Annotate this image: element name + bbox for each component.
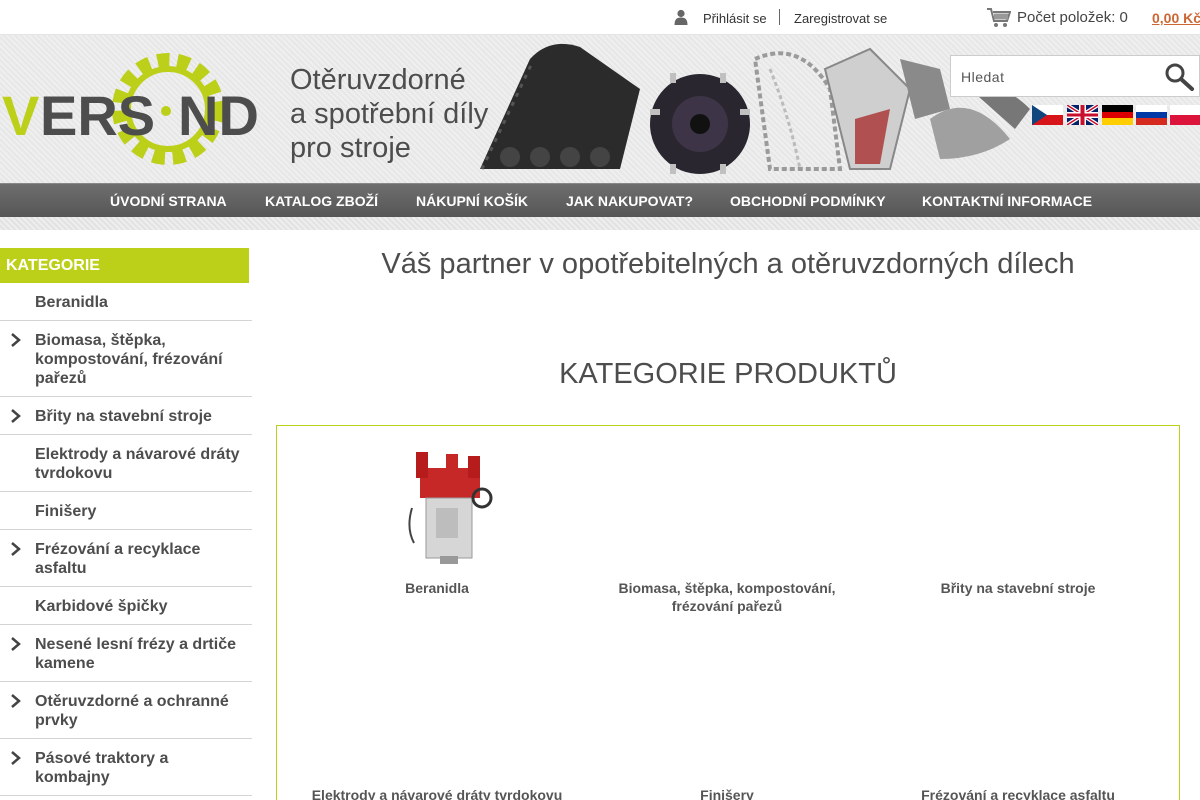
- nav-home[interactable]: ÚVODNÍ STRANA: [110, 193, 227, 209]
- chevron-right-icon: [11, 409, 21, 423]
- product-card-beranidla[interactable]: Beranidla: [307, 426, 567, 596]
- product-name[interactable]: Frézování a recyklace asfaltu: [888, 786, 1148, 800]
- sidebar-item-label: Biomasa, štěpka, kompostování, frézování…: [35, 332, 223, 387]
- slogan-line-2: a spotřební díly: [290, 98, 489, 130]
- product-card-brity[interactable]: Břity na stavební stroje: [888, 579, 1148, 597]
- chevron-right-icon: [11, 333, 21, 347]
- sidebar-item-label: Frézování a recyklace asfaltu: [35, 541, 201, 577]
- sidebar-category-item[interactable]: Nesené lesní frézy a drtiče kamene: [0, 625, 252, 682]
- chevron-right-icon: [11, 694, 21, 708]
- cart-total-link[interactable]: 0,00 Kč: [1152, 10, 1200, 26]
- topbar-divider: [779, 9, 780, 25]
- search-box: [950, 55, 1200, 97]
- main-nav: ÚVODNÍ STRANA KATALOG ZBOŽÍ NÁKUPNÍ KOŠÍ…: [0, 183, 1200, 217]
- cart-count: Počet položek: 0: [1017, 9, 1128, 26]
- sidebar-category-item[interactable]: Biomasa, štěpka, kompostování, frézování…: [0, 321, 252, 397]
- product-name[interactable]: Elektrody a návarové dráty tvrdokovu: [292, 786, 582, 800]
- polish-flag-icon[interactable]: [1170, 105, 1200, 125]
- product-card-finisery[interactable]: Finišery: [597, 786, 857, 800]
- sidebar-category-item[interactable]: Karbidové špičky: [0, 587, 252, 625]
- sidebar-category-item[interactable]: Pásové traktory a kombajny: [0, 739, 252, 796]
- register-link[interactable]: Zaregistrovat se: [794, 11, 887, 26]
- nav-how-to-buy[interactable]: JAK NAKUPOVAT?: [566, 193, 693, 209]
- sidebar-item-label: Otěruvzdorné a ochranné prvky: [35, 693, 229, 729]
- header-slogan: Otěruvzdorné a spotřební díly pro stroje: [290, 63, 488, 165]
- login-link[interactable]: Přihlásit se: [703, 11, 767, 26]
- product-name[interactable]: Biomasa, štěpka, kompostování, frézování…: [597, 579, 857, 615]
- sidebar-item-label: Elektrody a návarové dráty tvrdokovu: [35, 446, 240, 482]
- sidebar-category-item[interactable]: Břity na stavební stroje: [0, 397, 252, 435]
- sidebar-item-label: Beranidla: [35, 294, 108, 311]
- cart-icon[interactable]: [987, 8, 1011, 28]
- chevron-right-icon: [11, 542, 21, 556]
- sidebar-item-label: Karbidové špičky: [35, 598, 168, 615]
- svg-text:ERS: ERS: [40, 84, 155, 147]
- sidebar-item-label: Břity na stavební stroje: [35, 408, 212, 425]
- product-card-elektrody[interactable]: Elektrody a návarové dráty tvrdokovu: [292, 786, 582, 800]
- uk-flag-icon[interactable]: [1067, 105, 1098, 125]
- product-name[interactable]: Beranidla: [307, 579, 567, 597]
- product-name[interactable]: Břity na stavební stroje: [888, 579, 1148, 597]
- sidebar-category-item[interactable]: [0, 796, 252, 800]
- sidebar-item-label: Finišery: [35, 503, 97, 520]
- sidebar-category-item[interactable]: Otěruvzdorné a ochranné prvky: [0, 682, 252, 739]
- product-name[interactable]: Finišery: [597, 786, 857, 800]
- nav-cart[interactable]: NÁKUPNÍ KOŠÍK: [416, 193, 528, 209]
- search-icon[interactable]: [1163, 62, 1195, 92]
- category-sidebar: KATEGORIE Beranidla Biomasa, štěpka, komp…: [0, 248, 252, 800]
- slogan-line-1: Otěruvzdorné: [290, 64, 466, 96]
- pile-driver-image: [408, 452, 493, 564]
- chevron-right-icon: [11, 751, 21, 765]
- svg-text:V: V: [2, 84, 39, 147]
- nav-pattern-band: [0, 217, 1200, 230]
- nav-terms[interactable]: OBCHODNÍ PODMÍNKY: [730, 193, 886, 209]
- header: V ERS ND Otěruvzdorné a spotřební díly p…: [0, 35, 1200, 183]
- product-category-grid: Beranidla Biomasa, štěpka, kompostování,…: [276, 425, 1180, 800]
- product-card-frezovani[interactable]: Frézování a recyklace asfaltu: [888, 786, 1148, 800]
- section-title: KATEGORIE PRODUKTŮ: [559, 358, 897, 390]
- slogan-line-3: pro stroje: [290, 132, 411, 164]
- sidebar-category-item[interactable]: Frézování a recyklace asfaltu: [0, 530, 252, 587]
- category-list: Beranidla Biomasa, štěpka, kompostování, …: [0, 283, 252, 800]
- vers-nd-logo[interactable]: V ERS ND: [2, 45, 272, 173]
- sidebar-title: KATEGORIE: [0, 248, 249, 283]
- chevron-right-icon: [11, 637, 21, 651]
- product-card-biomasa[interactable]: Biomasa, štěpka, kompostování, frézování…: [597, 579, 857, 615]
- czech-flag-icon[interactable]: [1032, 105, 1063, 125]
- sidebar-category-item[interactable]: Finišery: [0, 492, 252, 530]
- sidebar-item-label: Nesené lesní frézy a drtiče kamene: [35, 636, 236, 672]
- top-bar: Přihlásit se Zaregistrovat se Počet polo…: [0, 0, 1200, 35]
- nav-contact[interactable]: KONTAKTNÍ INFORMACE: [922, 193, 1092, 209]
- user-icon: [674, 9, 688, 25]
- nav-catalog[interactable]: KATALOG ZBOŽÍ: [265, 193, 378, 209]
- sidebar-category-item[interactable]: Elektrody a návarové dráty tvrdokovu: [0, 435, 252, 492]
- russian-flag-icon[interactable]: [1136, 105, 1167, 125]
- page-title: Váš partner v opotřebitelných a otěruvzd…: [381, 248, 1075, 280]
- sidebar-item-label: Pásové traktory a kombajny: [35, 750, 169, 786]
- sidebar-category-item[interactable]: Beranidla: [0, 283, 252, 321]
- german-flag-icon[interactable]: [1102, 105, 1133, 125]
- search-input[interactable]: [961, 66, 1151, 88]
- svg-text:ND: ND: [178, 84, 259, 147]
